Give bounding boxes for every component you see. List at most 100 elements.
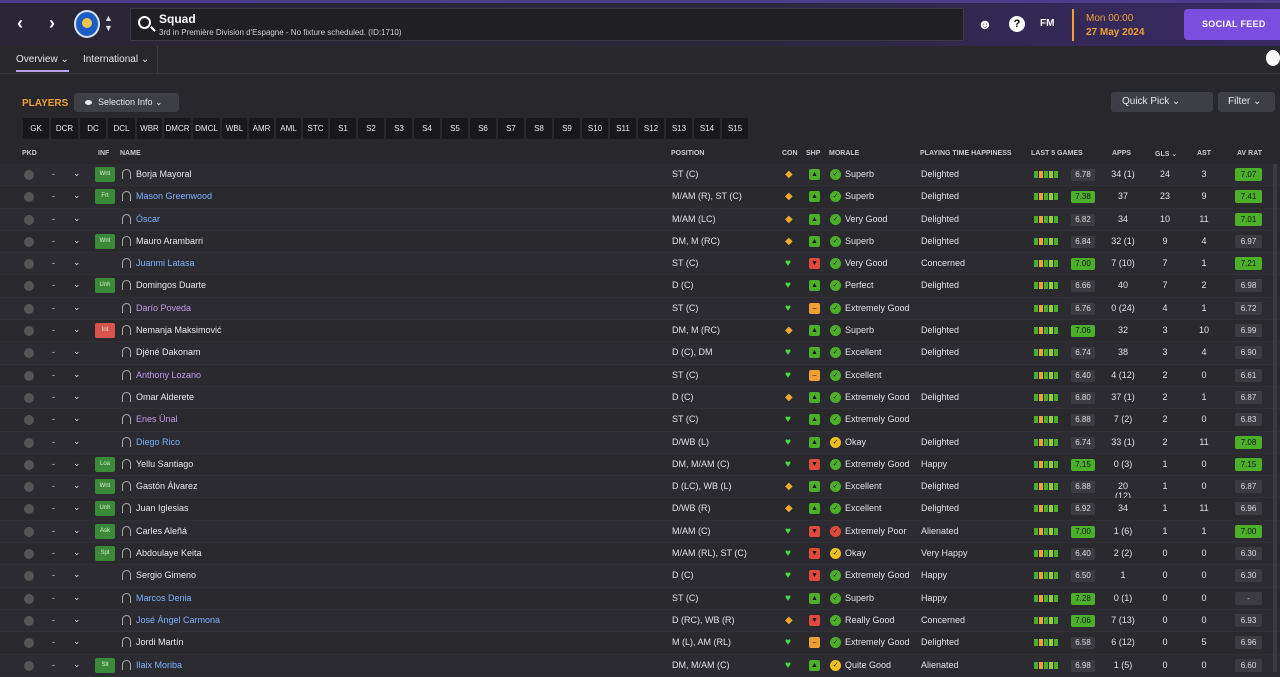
player-name[interactable]: Jordi Martín xyxy=(136,637,184,647)
penalty-kick-toggle[interactable] xyxy=(24,326,34,337)
position-filter-s4[interactable]: S4 xyxy=(414,118,440,139)
forward-button[interactable]: › xyxy=(42,12,62,34)
player-name[interactable]: Abdoulaye Keita xyxy=(136,548,202,558)
selection-info-button[interactable]: Selection Info ⌄ xyxy=(74,93,179,112)
penalty-kick-toggle[interactable] xyxy=(24,660,34,671)
side-panel-icon[interactable] xyxy=(1266,50,1280,66)
penalty-kick-toggle[interactable] xyxy=(24,593,34,604)
col-last5[interactable]: LAST 5 GAMES xyxy=(1031,150,1083,157)
player-row[interactable]: - ⌄ Unh Juan Iglesias D/WB (R) ◆ ▲ ✓ Excellent De… xyxy=(0,498,1280,521)
penalty-kick-toggle[interactable] xyxy=(24,504,34,515)
penalty-kick-toggle[interactable] xyxy=(24,638,34,649)
skull-icon[interactable]: ☻ xyxy=(977,16,993,32)
position-filter-aml[interactable]: AML xyxy=(276,118,301,139)
position-filter-dcr[interactable]: DCR xyxy=(51,118,78,139)
penalty-kick-toggle[interactable] xyxy=(24,571,34,582)
position-filter-amr[interactable]: AMR xyxy=(249,118,274,139)
player-row[interactable]: - ⌄ Slt Ilaix Moriba DM, M/AM (C) ♥ ▲ ✓ Quite Go… xyxy=(0,654,1280,677)
quick-pick-button[interactable]: Quick Pick ⌄ xyxy=(1111,92,1213,112)
penalty-kick-toggle[interactable] xyxy=(24,615,34,626)
player-name[interactable]: Mauro Arambarri xyxy=(136,236,203,246)
penalty-kick-toggle[interactable] xyxy=(24,459,34,470)
player-name[interactable]: Juan Iglesias xyxy=(136,503,189,513)
row-expand-chevron-icon[interactable]: ⌄ xyxy=(73,480,81,491)
player-row[interactable]: - ⌄ Darío Poveda ST (C) ♥ – ✓ Extremely Good 6.7… xyxy=(0,297,1280,321)
row-expand-chevron-icon[interactable]: ⌄ xyxy=(73,569,81,580)
penalty-kick-toggle[interactable] xyxy=(24,549,34,560)
row-expand-chevron-icon[interactable]: ⌄ xyxy=(73,436,81,447)
club-badge-icon[interactable] xyxy=(74,10,100,38)
player-row[interactable]: - ⌄ Ask Carles Aleñá M/AM (C) ♥ ▼ ✓ Extremely Po… xyxy=(0,520,1280,544)
player-row[interactable]: - ⌄ Wnt Mauro Arambarri DM, M (RC) ◆ ▲ ✓ Superb D… xyxy=(0,230,1280,254)
col-apps[interactable]: APPS xyxy=(1112,150,1131,157)
player-row[interactable]: - ⌄ Wnt Borja Mayoral ST (C) ◆ ▲ ✓ Superb Delight… xyxy=(0,164,1280,187)
position-filter-s5[interactable]: S5 xyxy=(442,118,468,139)
position-filter-wbr[interactable]: WBR xyxy=(137,118,162,139)
col-position[interactable]: POSITION xyxy=(671,150,704,157)
player-name[interactable]: Anthony Lozano xyxy=(136,370,201,380)
player-name[interactable]: José Ángel Carmona xyxy=(136,615,220,625)
player-row[interactable]: - ⌄ Int Nemanja Maksimović DM, M (RC) ◆ ▲ ✓ Supe… xyxy=(0,320,1280,343)
col-inf[interactable]: INF xyxy=(98,150,109,157)
row-expand-chevron-icon[interactable]: ⌄ xyxy=(73,369,81,380)
position-filter-dcl[interactable]: DCL xyxy=(108,118,135,139)
row-expand-chevron-icon[interactable]: ⌄ xyxy=(73,346,81,357)
tab-international[interactable]: International ⌄ xyxy=(83,54,149,65)
row-expand-chevron-icon[interactable]: ⌄ xyxy=(73,279,81,290)
player-name[interactable]: Mason Greenwood xyxy=(136,191,212,201)
scrollbar[interactable] xyxy=(1273,164,1277,672)
position-filter-s14[interactable]: S14 xyxy=(694,118,720,139)
help-icon[interactable]: ? xyxy=(1009,16,1025,32)
club-switch-arrows-icon[interactable]: ▲ ▼ xyxy=(104,13,113,33)
position-filter-s6[interactable]: S6 xyxy=(470,118,496,139)
penalty-kick-toggle[interactable] xyxy=(24,303,34,314)
player-row[interactable]: - ⌄ Anthony Lozano ST (C) ♥ – ✓ Excellent 6.40 4 … xyxy=(0,364,1280,387)
penalty-kick-toggle[interactable] xyxy=(24,348,34,359)
player-name[interactable]: Omar Alderete xyxy=(136,392,194,402)
filter-button[interactable]: Filter ⌄ xyxy=(1218,92,1275,112)
player-name[interactable]: Borja Mayoral xyxy=(136,169,192,179)
position-filter-s11[interactable]: S11 xyxy=(610,118,636,139)
position-filter-s3[interactable]: S3 xyxy=(386,118,412,139)
row-expand-chevron-icon[interactable]: ⌄ xyxy=(73,190,81,201)
row-expand-chevron-icon[interactable]: ⌄ xyxy=(73,213,81,224)
player-row[interactable]: - ⌄ Enes Ünal ST (C) ♥ ▲ ✓ Extremely Good 6.88 7 … xyxy=(0,409,1280,432)
position-filter-dc[interactable]: DC xyxy=(80,118,106,139)
col-avrat[interactable]: AV RAT xyxy=(1237,150,1262,157)
row-expand-chevron-icon[interactable]: ⌄ xyxy=(73,235,81,246)
player-name[interactable]: Djéné Dakonam xyxy=(136,347,201,357)
player-name[interactable]: Juanmi Latasa xyxy=(136,258,195,268)
player-row[interactable]: - ⌄ Spt Abdoulaye Keita M/AM (RL), ST (C) ♥ ▼ ✓… xyxy=(0,543,1280,566)
penalty-kick-toggle[interactable] xyxy=(24,370,34,381)
col-gls[interactable]: GLS ⌄ xyxy=(1155,150,1177,158)
penalty-kick-toggle[interactable] xyxy=(24,214,34,225)
row-expand-chevron-icon[interactable]: ⌄ xyxy=(73,458,81,469)
row-expand-chevron-icon[interactable]: ⌄ xyxy=(73,502,81,513)
row-expand-chevron-icon[interactable]: ⌄ xyxy=(73,324,81,335)
row-expand-chevron-icon[interactable]: ⌄ xyxy=(73,547,81,558)
col-name[interactable]: NAME xyxy=(120,150,141,157)
position-filter-s7[interactable]: S7 xyxy=(498,118,524,139)
player-row[interactable]: - ⌄ Wnt Gastón Álvarez D (LC), WB (L) ◆ ▲ ✓ Exce… xyxy=(0,476,1280,501)
player-row[interactable]: - ⌄ Diego Rico D/WB (L) ♥ ▲ ✓ Okay Delighted 6.74… xyxy=(0,431,1280,454)
col-con[interactable]: CON xyxy=(782,150,798,157)
position-filter-s13[interactable]: S13 xyxy=(666,118,692,139)
penalty-kick-toggle[interactable] xyxy=(24,192,34,203)
player-name[interactable]: Óscar xyxy=(136,214,160,224)
player-name[interactable]: Carles Aleñá xyxy=(136,526,187,536)
row-expand-chevron-icon[interactable]: ⌄ xyxy=(73,391,81,402)
player-row[interactable]: - ⌄ Loa Yellu Santiago DM, M/AM (C) ♥ ▼ ✓ Extrem… xyxy=(0,453,1280,477)
player-name[interactable]: Marcos Denia xyxy=(136,593,192,603)
player-name[interactable]: Nemanja Maksimović xyxy=(136,325,222,335)
fm-menu-button[interactable]: FM xyxy=(1040,18,1054,29)
player-row[interactable]: - ⌄ Frt Mason Greenwood M/AM (R), ST (C) ◆ ▲ ✓ S… xyxy=(0,186,1280,209)
player-name[interactable]: Darío Poveda xyxy=(136,303,191,313)
player-name[interactable]: Diego Rico xyxy=(136,437,180,447)
player-name[interactable]: Gastón Álvarez xyxy=(136,481,198,491)
row-expand-chevron-icon[interactable]: ⌄ xyxy=(73,636,81,647)
player-row[interactable]: - ⌄ Omar Alderete D (C) ◆ ▲ ✓ Extremely Good Del… xyxy=(0,386,1280,410)
back-button[interactable]: ‹ xyxy=(10,12,30,34)
col-shp[interactable]: SHP xyxy=(806,150,820,157)
tab-overview[interactable]: Overview ⌄ xyxy=(16,54,69,72)
row-expand-chevron-icon[interactable]: ⌄ xyxy=(73,168,81,179)
